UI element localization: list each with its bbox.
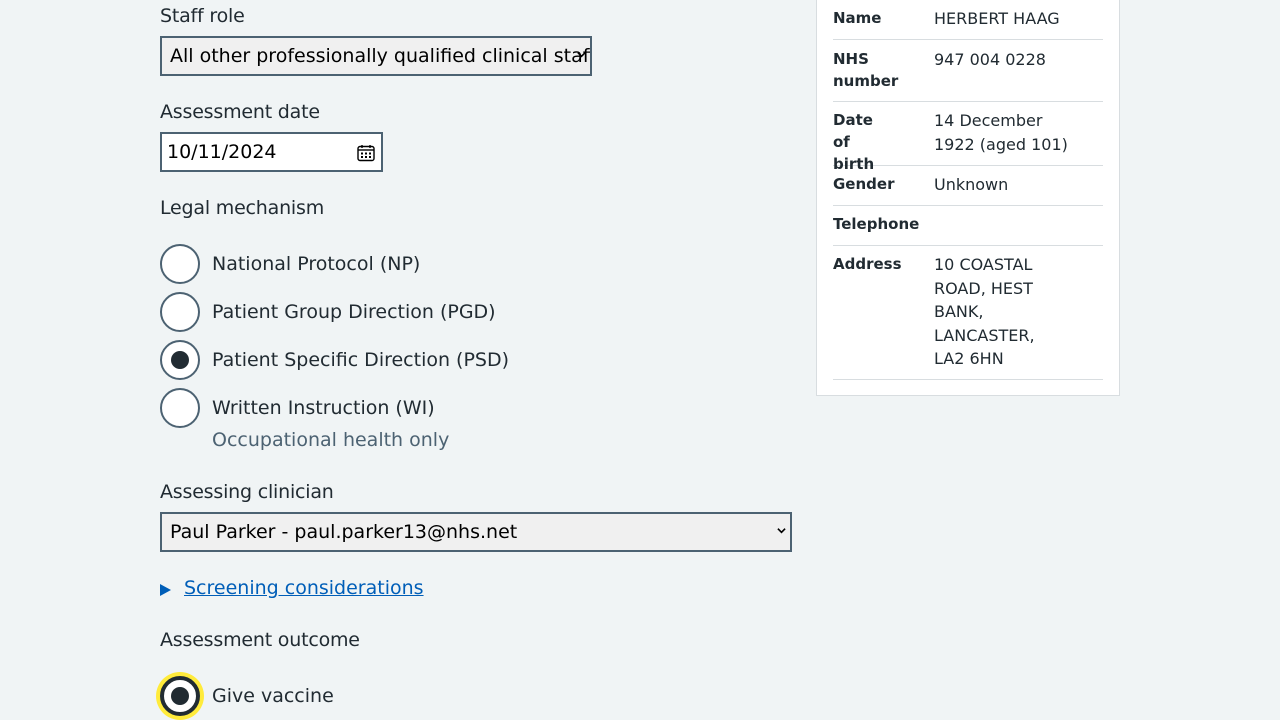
summary-key: Gender — [833, 175, 895, 193]
summary-row-address: Address 10 COASTAL ROAD, HEST BANK, LANC… — [833, 253, 1103, 380]
summary-value: 10 COASTAL ROAD, HEST BANK, LANCASTER, L… — [934, 255, 1035, 368]
assessing-clinician-selected: Paul Parker - paul.parker13@nhs.net — [170, 521, 518, 543]
expand-arrow-icon[interactable] — [160, 583, 171, 596]
screening-details[interactable]: Screening considerations — [160, 577, 424, 599]
staff-role-label: Staff role — [160, 5, 245, 27]
radio-label: Patient Specific Direction (PSD) — [212, 349, 510, 371]
summary-key: Address — [833, 255, 902, 273]
summary-value: HERBERT HAAG — [934, 9, 1060, 28]
radio-label: National Protocol (NP) — [212, 253, 421, 275]
assessment-outcome-label: Assessment outcome — [160, 629, 360, 651]
assessment-date-label: Assessment date — [160, 101, 320, 123]
radio-label: Give vaccine — [212, 685, 334, 707]
radio-button-selected[interactable] — [160, 340, 200, 380]
summary-row-nhs-number: NHS number 947 004 0228 — [833, 48, 1103, 102]
radio-button[interactable] — [160, 292, 200, 332]
radio-national-protocol[interactable]: National Protocol (NP) — [160, 244, 420, 284]
radio-button[interactable] — [160, 388, 200, 428]
calendar-icon[interactable] — [357, 144, 375, 162]
summary-key: NHS number — [833, 50, 899, 90]
radio-label: Patient Group Direction (PGD) — [212, 301, 496, 323]
patient-summary-card: Name HERBERT HAAG NHS number 947 004 022… — [816, 0, 1120, 396]
summary-row-date-of-birth: Date of birth 14 December 1922 (aged 101… — [833, 109, 1103, 173]
staff-role-selected: All other professionally qualified clini… — [170, 45, 592, 67]
radio-button-selected[interactable] — [160, 676, 200, 716]
summary-key: Date of birth — [833, 111, 875, 173]
radio-written-instruction[interactable]: Written Instruction (WI) — [160, 388, 435, 428]
summary-value: 14 December 1922 (aged 101) — [934, 111, 1068, 154]
summary-row-telephone: Telephone — [833, 213, 1103, 246]
summary-key: Name — [833, 9, 882, 27]
screening-considerations-link[interactable]: Screening considerations — [184, 577, 424, 599]
written-instruction-hint: Occupational health only — [212, 429, 450, 451]
radio-give-vaccine[interactable]: Give vaccine — [160, 676, 334, 716]
radio-button[interactable] — [160, 244, 200, 284]
summary-key: Telephone — [833, 215, 920, 233]
assessment-date-input[interactable]: 10/11/2024 — [160, 132, 383, 172]
radio-label: Written Instruction (WI) — [212, 397, 435, 419]
chevron-down-icon — [577, 52, 586, 58]
summary-value: 947 004 0228 — [934, 50, 1046, 69]
assessment-date-value: 10/11/2024 — [167, 141, 277, 163]
radio-patient-specific-direction[interactable]: Patient Specific Direction (PSD) — [160, 340, 509, 380]
assessing-clinician-label: Assessing clinician — [160, 481, 334, 503]
radio-patient-group-direction[interactable]: Patient Group Direction (PGD) — [160, 292, 496, 332]
assessing-clinician-select[interactable]: Paul Parker - paul.parker13@nhs.net — [160, 512, 792, 552]
legal-mechanism-label: Legal mechanism — [160, 197, 325, 219]
summary-row-name: Name HERBERT HAAG — [833, 7, 1103, 40]
summary-row-gender: Gender Unknown — [833, 173, 1103, 206]
chevron-down-icon — [777, 528, 786, 534]
summary-value: Unknown — [934, 175, 1009, 194]
staff-role-select[interactable]: All other professionally qualified clini… — [160, 36, 592, 76]
